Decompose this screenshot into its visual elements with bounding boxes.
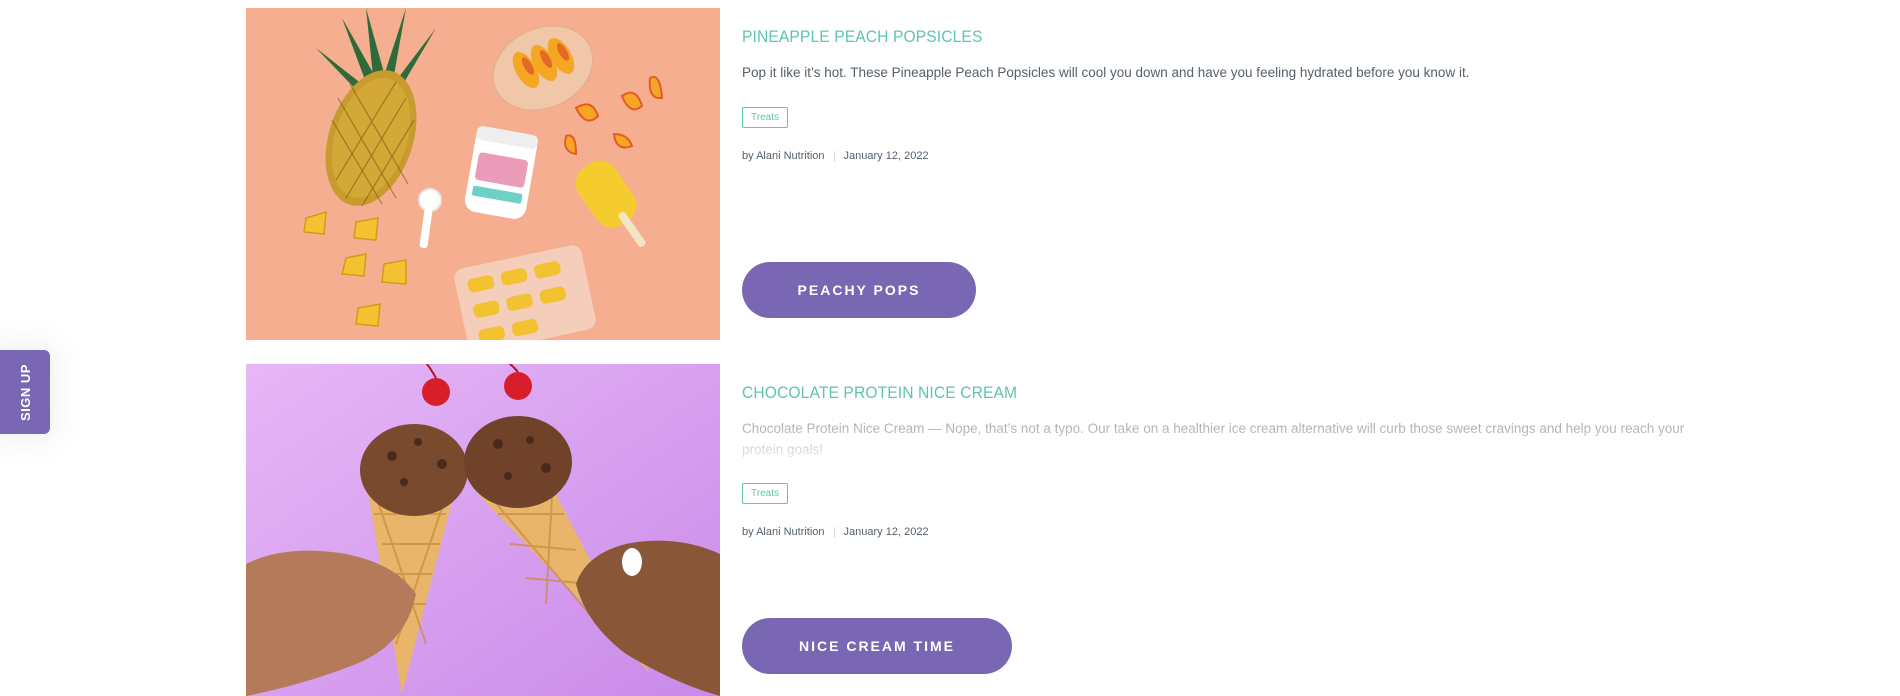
post-title[interactable]: CHOCOLATE PROTEIN NICE CREAM bbox=[742, 383, 1017, 403]
signup-side-tab[interactable]: SIGN UP bbox=[0, 350, 50, 434]
post-author: by Alani Nutrition bbox=[742, 526, 825, 538]
blog-list-page: SIGN UP PINEAPPLE PEACH POPSICLES Pop it… bbox=[0, 0, 1900, 696]
post-excerpt: Pop it like it’s hot. These Pineapple Pe… bbox=[742, 65, 1470, 80]
post-date: January 12, 2022 bbox=[843, 150, 929, 162]
post-meta: by Alani Nutrition January 12, 2022 bbox=[742, 150, 929, 162]
post-title[interactable]: PINEAPPLE PEACH POPSICLES bbox=[742, 27, 982, 47]
blog-post-card: PINEAPPLE PEACH POPSICLES Pop it like it… bbox=[246, 8, 1746, 341]
read-post-button[interactable]: NICE CREAM TIME bbox=[742, 618, 1012, 674]
blog-post-card: CHOCOLATE PROTEIN NICE CREAM Chocolate P… bbox=[246, 364, 1746, 696]
post-image-nice-cream[interactable] bbox=[246, 364, 720, 696]
post-image-popsicles[interactable] bbox=[246, 8, 720, 340]
category-tag[interactable]: Treats bbox=[742, 483, 788, 504]
post-meta: by Alani Nutrition January 12, 2022 bbox=[742, 526, 929, 538]
signup-tab-label: SIGN UP bbox=[17, 363, 33, 421]
post-content: PINEAPPLE PEACH POPSICLES Pop it like it… bbox=[742, 8, 1702, 341]
post-date: January 12, 2022 bbox=[843, 526, 929, 538]
meta-divider bbox=[833, 150, 835, 162]
meta-divider bbox=[833, 526, 835, 538]
post-excerpt: Chocolate Protein Nice Cream — Nope, tha… bbox=[742, 418, 1702, 460]
category-tag[interactable]: Treats bbox=[742, 107, 788, 128]
post-content: CHOCOLATE PROTEIN NICE CREAM Chocolate P… bbox=[742, 364, 1702, 696]
read-post-button[interactable]: PEACHY POPS bbox=[742, 262, 976, 318]
post-author: by Alani Nutrition bbox=[742, 150, 825, 162]
